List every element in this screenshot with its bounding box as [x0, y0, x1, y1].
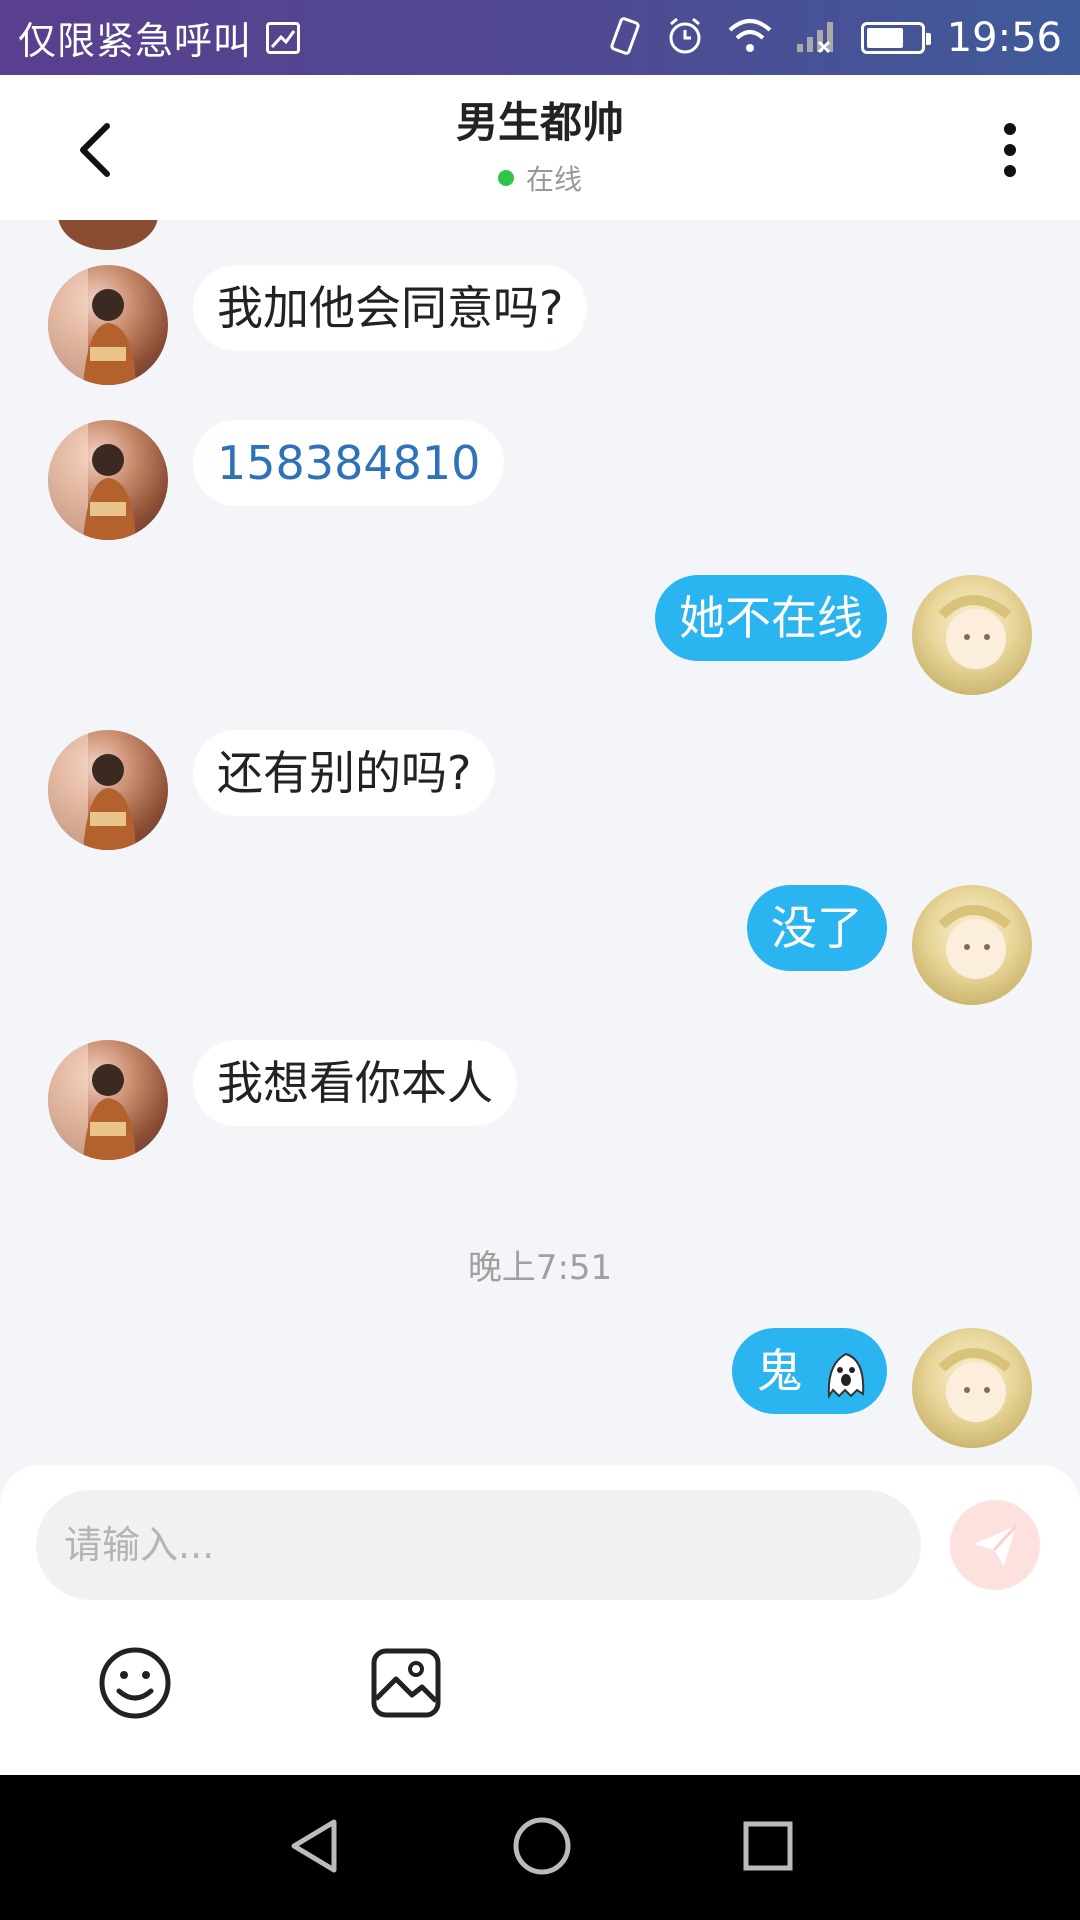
- my-avatar[interactable]: [912, 885, 1032, 1005]
- message-bubble-outgoing[interactable]: 没了: [747, 885, 887, 971]
- send-button[interactable]: [950, 1500, 1040, 1590]
- online-dot-icon: [497, 170, 514, 186]
- contact-avatar[interactable]: [48, 420, 168, 540]
- message-row: 鬼: [0, 1328, 1080, 1448]
- more-options-button[interactable]: [980, 115, 1040, 185]
- chevron-left-icon: [80, 123, 110, 177]
- image-notification-icon: [266, 21, 301, 54]
- my-avatar[interactable]: [912, 575, 1032, 695]
- message-list[interactable]: 我加他会同意吗? 158384810 她不在线 还有别的吗? 没了 我想看你本人: [0, 220, 1080, 1465]
- contact-avatar[interactable]: [48, 265, 168, 385]
- message-bubble-incoming-link[interactable]: 158384810: [193, 420, 505, 506]
- send-icon: [974, 1524, 1018, 1566]
- online-status-label: 在线: [525, 163, 582, 196]
- composer-panel: 请输入...: [0, 1465, 1080, 1775]
- my-avatar[interactable]: [912, 1328, 1032, 1448]
- system-nav-bar: [0, 1775, 1080, 1920]
- battery-icon: [860, 21, 931, 54]
- message-row: 我想看你本人: [0, 1040, 1080, 1160]
- nav-recents-button[interactable]: [742, 1820, 794, 1876]
- nav-home-button[interactable]: [512, 1816, 572, 1880]
- more-vertical-icon: [1004, 123, 1016, 177]
- message-row: 我加他会同意吗?: [0, 265, 1080, 385]
- message-bubble-incoming[interactable]: 我加他会同意吗?: [193, 265, 588, 351]
- partial-avatar-top: [58, 220, 158, 250]
- carrier-text: 仅限紧急呼叫: [18, 19, 253, 63]
- vibrate-icon: [607, 16, 643, 60]
- contact-name: 男生都帅: [455, 98, 624, 147]
- wifi-icon: [727, 18, 773, 58]
- emoji-icon: [99, 1647, 171, 1719]
- online-status: 在线: [456, 158, 624, 198]
- status-bar: 仅限紧急呼叫 19:56: [0, 0, 1080, 75]
- emoji-button[interactable]: [97, 1645, 173, 1721]
- message-bubble-incoming[interactable]: 还有别的吗?: [193, 730, 496, 816]
- message-row: 158384810: [0, 420, 1080, 540]
- message-row: 还有别的吗?: [0, 730, 1080, 850]
- image-button[interactable]: [368, 1645, 444, 1721]
- contact-avatar[interactable]: [48, 730, 168, 850]
- chat-header: 男生都帅 在线: [0, 75, 1080, 220]
- message-timestamp: 晚上7:51: [467, 1248, 613, 1288]
- message-bubble-outgoing[interactable]: 鬼: [732, 1328, 887, 1414]
- nav-home-icon: [513, 1817, 571, 1874]
- message-row: 她不在线: [0, 575, 1080, 695]
- alarm-icon: [665, 16, 705, 60]
- image-icon: [371, 1648, 441, 1718]
- nav-back-button[interactable]: [286, 1816, 342, 1880]
- signal-icon: [795, 18, 839, 58]
- message-bubble-incoming[interactable]: 我想看你本人: [193, 1040, 517, 1126]
- nav-back-icon: [291, 1819, 337, 1872]
- message-text: 鬼: [756, 1344, 803, 1398]
- back-button[interactable]: [60, 115, 130, 185]
- message-input[interactable]: 请输入...: [36, 1490, 921, 1600]
- ghost-emoji-icon: [827, 1352, 865, 1399]
- message-row: 没了: [0, 885, 1080, 1005]
- nav-recents-icon: [743, 1821, 793, 1870]
- contact-avatar[interactable]: [48, 1040, 168, 1160]
- clock: 19:56: [946, 14, 1062, 61]
- message-bubble-outgoing[interactable]: 她不在线: [655, 575, 887, 661]
